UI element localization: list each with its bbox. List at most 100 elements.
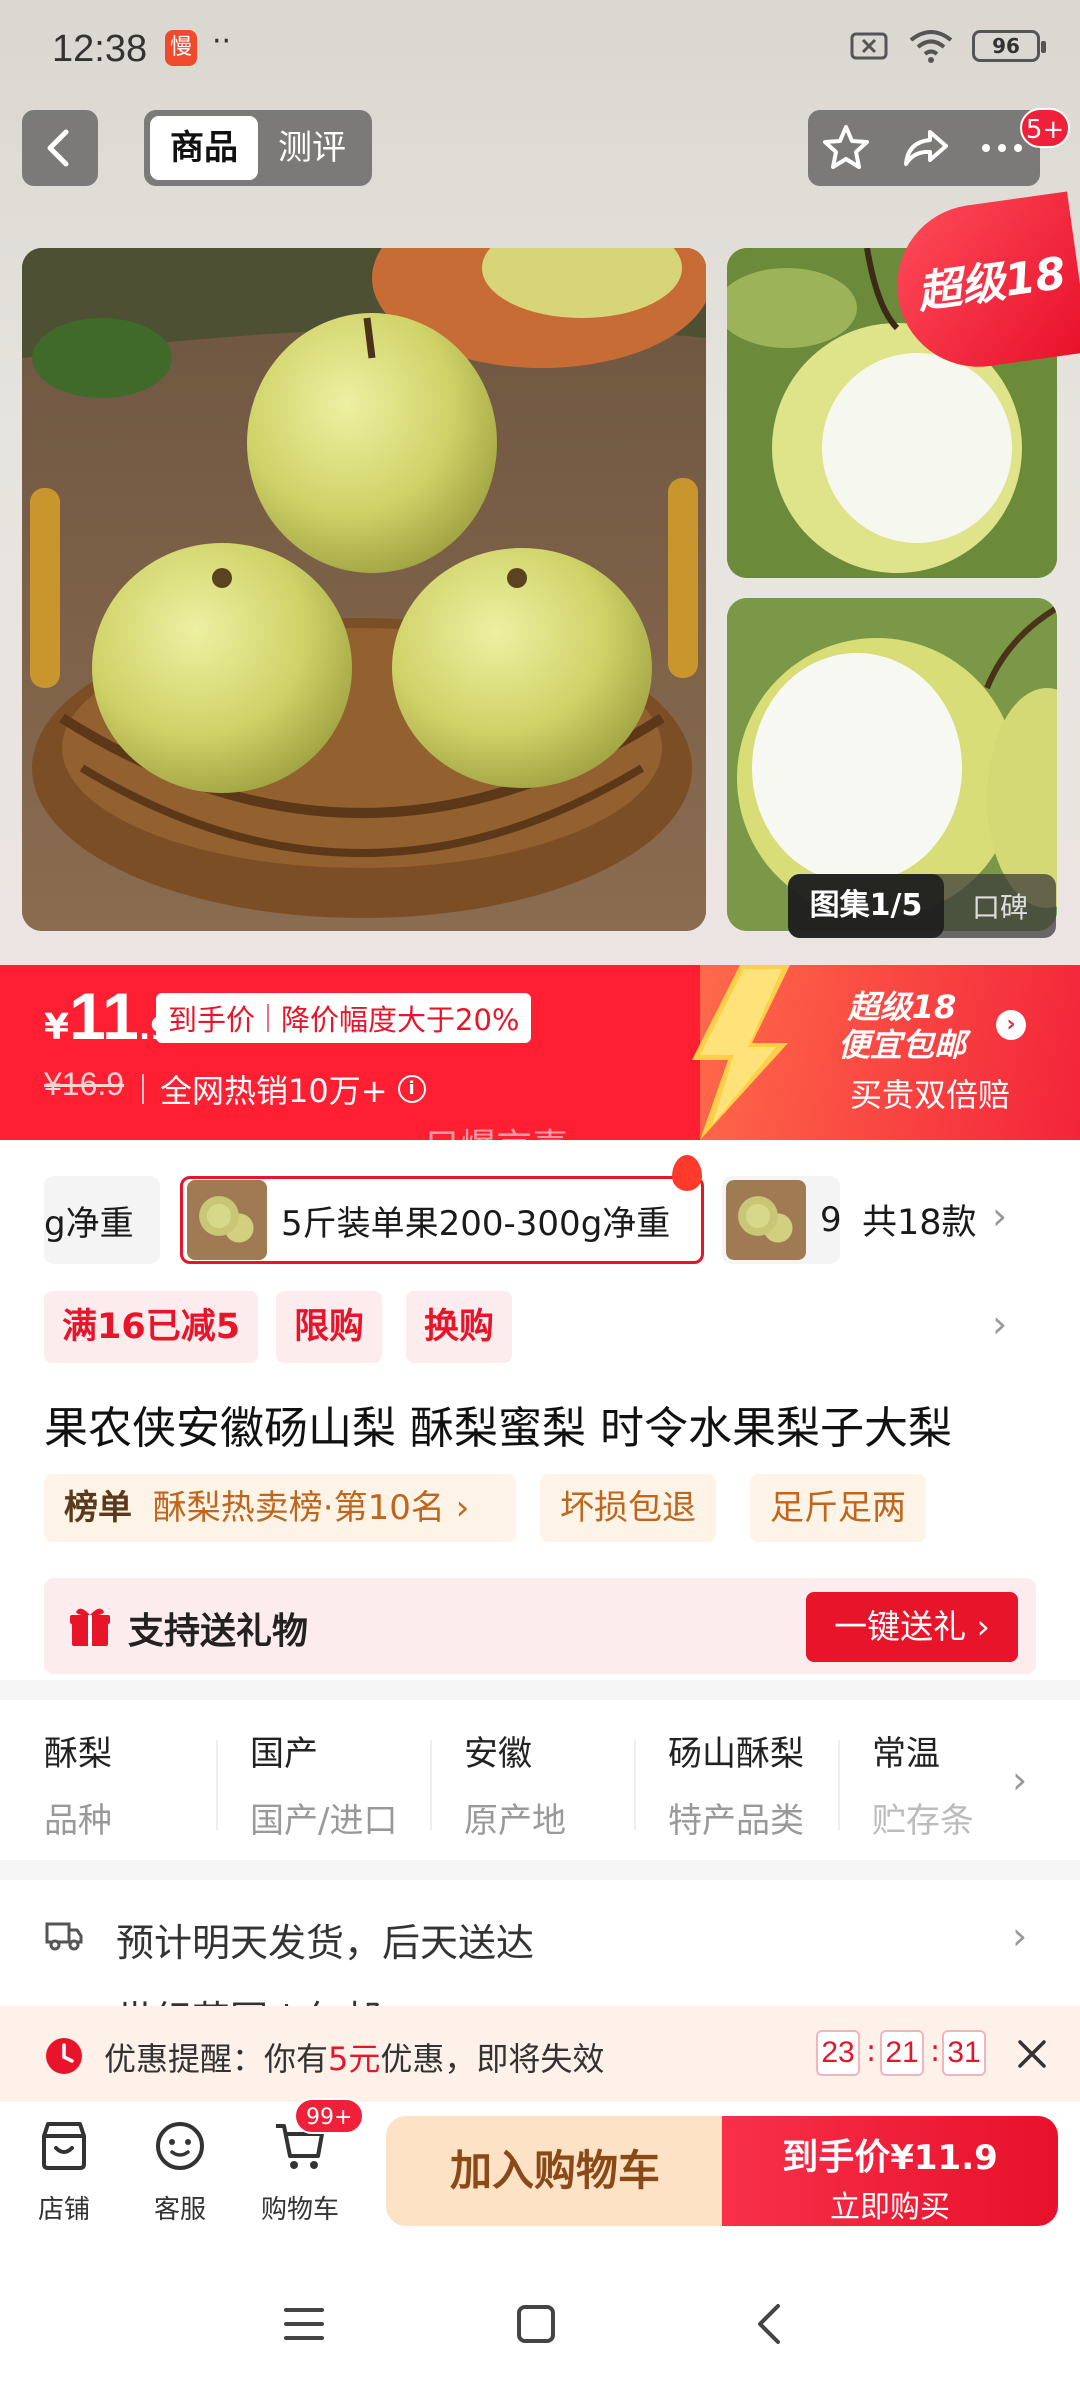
- shop-button[interactable]: 店铺: [14, 2118, 114, 2226]
- header-actions: [808, 110, 1040, 186]
- system-navigation-bar: [0, 2242, 1080, 2400]
- reminder-prefix: 优惠提醒：你有: [104, 2040, 329, 2078]
- buy-price-label: 到手价: [782, 2137, 891, 2178]
- add-to-cart-button[interactable]: 加入购物车: [386, 2116, 724, 2226]
- countdown-hours: 23: [816, 2030, 860, 2076]
- attribute-key: 贮存条件: [872, 1801, 972, 1836]
- chevron-right-icon[interactable]: ›: [996, 1010, 1026, 1040]
- chevron-right-icon[interactable]: ›: [1012, 1758, 1027, 1802]
- super18-title-line2: 便宜包邮: [838, 1026, 967, 1064]
- gift-label: 支持送礼物: [128, 1611, 309, 1652]
- status-bar: 12:38 慢 ·· 96: [0, 0, 1080, 100]
- promo-chip-exchange[interactable]: 换购: [406, 1291, 513, 1363]
- attribute-storage: 常温 贮存条件: [872, 1726, 972, 1836]
- gift-icon: [70, 1608, 110, 1646]
- info-icon[interactable]: i: [397, 1075, 426, 1103]
- wifi-icon: [909, 30, 953, 63]
- reminder-suffix: 优惠，即将失效: [380, 2040, 605, 2078]
- product-main-image[interactable]: [22, 248, 706, 931]
- super18-guarantee: 买贵双倍赔: [850, 1076, 1011, 1114]
- buy-price-value: ¥11.9: [890, 2138, 998, 2178]
- divider: [216, 1740, 218, 1830]
- home-icon[interactable]: [512, 2300, 560, 2348]
- attribute-specialty: 砀山酥梨 特产品类: [668, 1726, 804, 1841]
- gallery-counter[interactable]: 图集1/5 口碑: [788, 874, 1056, 938]
- sales-info[interactable]: 全网热销10万+ i: [142, 1066, 426, 1112]
- sim-off-icon: [850, 32, 888, 60]
- buy-now-button[interactable]: 到手价¥11.9 立即购买: [722, 2116, 1058, 2226]
- rank-text: 酥梨热卖榜·第10名: [152, 1488, 445, 1528]
- sku-option-label: g净重: [44, 1203, 134, 1244]
- guarantee-chip-refund[interactable]: 坏损包退: [540, 1474, 716, 1542]
- countdown-seconds: 31: [942, 2030, 986, 2076]
- hot-flame-icon: [672, 1155, 702, 1191]
- more-notifications-indicator: ··: [212, 24, 232, 59]
- tab-review[interactable]: 测评: [258, 116, 366, 180]
- shop-icon: [42, 2122, 86, 2170]
- sku-option-label: 5斤装单果200-300g净重: [281, 1203, 671, 1244]
- status-icons: 96: [850, 28, 1046, 64]
- rank-chip[interactable]: 榜单 酥梨热卖榜·第10名 ›: [44, 1474, 516, 1542]
- attribute-origin-type: 国产 国产/进口: [250, 1726, 397, 1841]
- divider: [838, 1740, 840, 1830]
- share-icon[interactable]: [896, 118, 956, 178]
- divider: [430, 1740, 432, 1830]
- back-button[interactable]: [22, 110, 98, 186]
- buy-price-line: 到手价¥11.9: [722, 2128, 1058, 2180]
- countdown-colon: :: [866, 2034, 877, 2069]
- price-integer: 11: [69, 979, 139, 1053]
- pear-basket-illustration: [22, 248, 706, 931]
- reminder-amount: 5元: [328, 2040, 381, 2078]
- close-icon[interactable]: [1014, 2036, 1050, 2072]
- chevron-left-icon: [47, 129, 69, 167]
- chat-bubble-icon: [156, 2122, 204, 2170]
- chevron-right-icon: ›: [455, 1488, 470, 1528]
- promo-chip-limit[interactable]: 限购: [276, 1291, 383, 1363]
- attribute-origin: 安徽 原产地: [464, 1726, 566, 1841]
- attribute-value: 酥梨: [44, 1734, 112, 1774]
- app-notification-icon: 慢: [165, 30, 197, 66]
- chevron-right-icon: ›: [966, 1607, 990, 1646]
- delivery-text: 预计明天发货，后天送达: [116, 1921, 535, 1965]
- chevron-right-icon[interactable]: ›: [992, 1194, 1007, 1238]
- chevron-right-icon[interactable]: ›: [1012, 1914, 1027, 1958]
- sku-thumbnail: [187, 1180, 267, 1260]
- section-divider: [0, 1680, 1080, 1700]
- sku-total-link[interactable]: 共18款: [862, 1194, 977, 1245]
- guarantee-chip-weight[interactable]: 足斤足两: [750, 1474, 926, 1542]
- lightning-icon: [692, 965, 790, 1140]
- star-favorite-icon[interactable]: [816, 118, 876, 178]
- reminder-text: 优惠提醒：你有5元优惠，即将失效: [104, 2034, 604, 2080]
- divider: [142, 1074, 144, 1104]
- battery-icon: 96: [972, 30, 1046, 62]
- menu-icon[interactable]: [280, 2300, 328, 2348]
- gallery-index[interactable]: 图集1/5: [788, 874, 944, 938]
- sku-option-next[interactable]: 9: [722, 1176, 840, 1264]
- attribute-value: 国产: [250, 1734, 318, 1774]
- countdown-minutes: 21: [880, 2030, 924, 2076]
- gallery-reviews-tab[interactable]: 口碑: [944, 886, 1056, 926]
- attribute-key: 特产品类: [668, 1801, 804, 1841]
- final-price-label: 到手价: [168, 1003, 256, 1037]
- cart-label: 购物车: [260, 2195, 339, 2225]
- sku-option-selected[interactable]: 5斤装单果200-300g净重: [180, 1176, 704, 1264]
- header-tabs: 商品 测评: [144, 110, 372, 186]
- rank-prefix: 榜单: [64, 1488, 132, 1528]
- attribute-key: 品种: [44, 1801, 112, 1841]
- customer-service-button[interactable]: 客服: [130, 2118, 230, 2226]
- send-gift-button[interactable]: 一键送礼 ›: [806, 1592, 1018, 1662]
- customer-service-label: 客服: [153, 2195, 206, 2225]
- sku-option-prev[interactable]: g净重: [44, 1176, 160, 1264]
- shop-label: 店铺: [37, 2195, 90, 2225]
- back-nav-icon[interactable]: [746, 2300, 794, 2348]
- divider: [267, 1004, 270, 1032]
- attribute-value: 常温: [872, 1734, 940, 1774]
- promo-chip-discount[interactable]: 满16已减5: [44, 1291, 259, 1363]
- tab-product[interactable]: 商品: [150, 116, 258, 180]
- countdown-colon: :: [930, 2034, 941, 2069]
- attribute-key: 原产地: [464, 1801, 566, 1841]
- attribute-value: 安徽: [464, 1734, 532, 1774]
- chevron-right-icon[interactable]: ›: [992, 1302, 1007, 1346]
- clock-icon: [46, 2038, 82, 2074]
- cart-count-badge: 99+: [294, 2098, 365, 2134]
